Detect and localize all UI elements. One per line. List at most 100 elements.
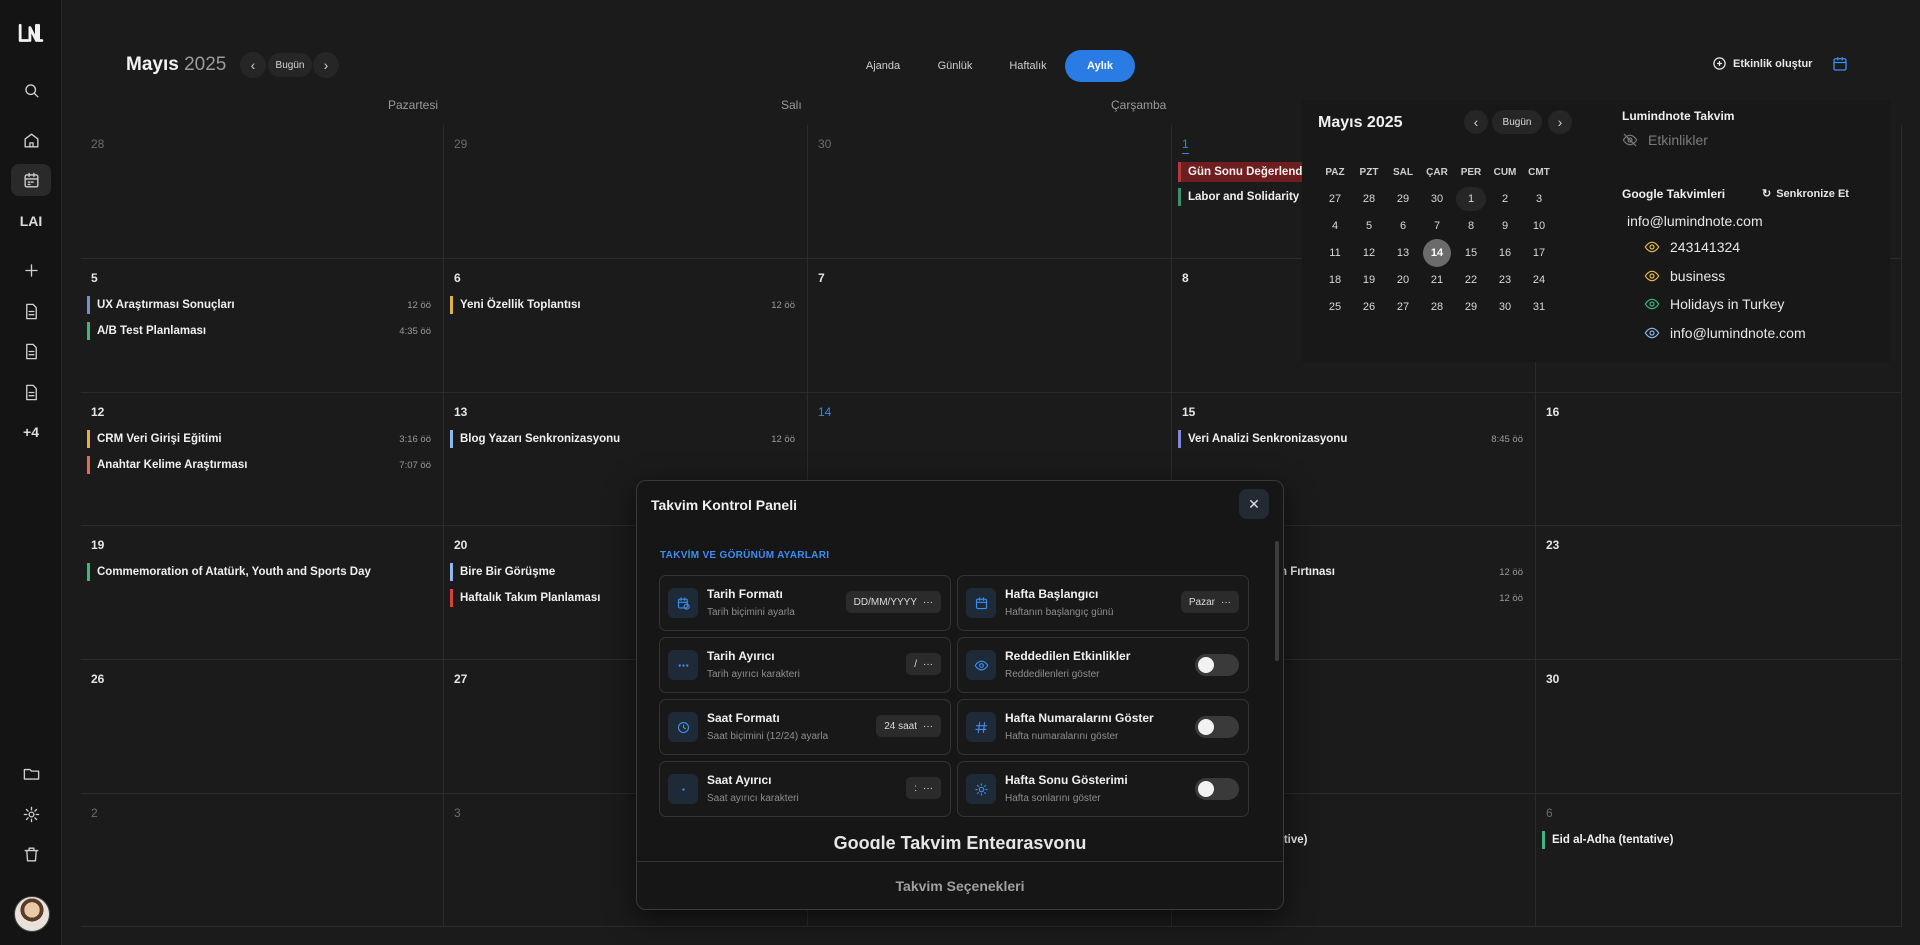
app-logo[interactable] xyxy=(11,18,51,50)
mini-day[interactable]: 2 xyxy=(1490,187,1520,211)
setting-toggle[interactable] xyxy=(1195,716,1239,738)
mini-day[interactable]: 12 xyxy=(1354,241,1384,265)
mini-day[interactable]: 6 xyxy=(1388,214,1418,238)
page-button-3[interactable] xyxy=(11,376,51,408)
day-cell[interactable]: 2 xyxy=(81,794,444,927)
mini-day[interactable]: 5 xyxy=(1354,214,1384,238)
day-cell[interactable]: 6 Eid al-Adha (tentative) xyxy=(1536,794,1902,927)
day-cell[interactable]: 29 xyxy=(444,125,808,259)
calendar-list-item[interactable]: 243141324 xyxy=(1644,239,1740,255)
mini-day[interactable]: 14 xyxy=(1423,239,1451,267)
modal-scrollbar[interactable] xyxy=(1275,541,1279,661)
tab-weekly[interactable]: Haftalık xyxy=(998,50,1058,82)
event-item[interactable]: Blog Yazarı Senkronizasyonu 12 öö xyxy=(450,430,795,448)
setting-value-button[interactable]: / ··· xyxy=(906,653,941,675)
calendar-panel-button[interactable] xyxy=(1831,55,1849,78)
calendar-list-item[interactable]: info@lumindnote.com xyxy=(1644,325,1806,341)
create-event-button[interactable]: Etkinlik oluştur xyxy=(1712,56,1812,71)
event-item[interactable]: Veri Analizi Senkronizasyonu 8:45 öö xyxy=(1178,430,1523,448)
mini-day[interactable]: 3 xyxy=(1524,187,1554,211)
mini-day[interactable]: 24 xyxy=(1524,268,1554,292)
mini-day[interactable]: 9 xyxy=(1490,214,1520,238)
calendar-list-item[interactable]: business xyxy=(1644,268,1725,284)
mini-day[interactable]: 27 xyxy=(1388,295,1418,319)
mini-prev-button[interactable]: ‹ xyxy=(1464,110,1488,134)
mini-day[interactable]: 16 xyxy=(1490,241,1520,265)
mini-day[interactable]: 11 xyxy=(1320,241,1350,265)
ai-button[interactable]: LAI xyxy=(11,205,51,237)
day-cell[interactable]: 26 xyxy=(81,660,444,794)
day-cell[interactable]: 5 UX Araştırması Sonuçları 12 öö A/B Test P… xyxy=(81,259,444,393)
event-item[interactable]: UX Araştırması Sonuçları 12 öö xyxy=(87,296,431,314)
mini-day[interactable]: 30 xyxy=(1490,295,1520,319)
folder-button[interactable] xyxy=(11,757,51,789)
event-item[interactable]: Anahtar Kelime Araştırması 7:07 öö xyxy=(87,456,431,474)
mini-day[interactable]: 26 xyxy=(1354,295,1384,319)
mini-day[interactable]: 29 xyxy=(1388,187,1418,211)
setting-value-button[interactable]: DD/MM/YYYY ··· xyxy=(845,591,941,613)
setting-toggle[interactable] xyxy=(1195,654,1239,676)
mini-day[interactable]: 30 xyxy=(1422,187,1452,211)
day-cell[interactable]: 7 xyxy=(808,259,1172,393)
tab-daily[interactable]: Günlük xyxy=(926,50,984,82)
tab-agenda[interactable]: Ajanda xyxy=(854,50,912,82)
mini-day[interactable]: 19 xyxy=(1354,268,1384,292)
tab-monthly[interactable]: Aylık xyxy=(1065,50,1135,82)
today-button[interactable]: Bugün xyxy=(268,53,312,77)
calendar-nav-button[interactable] xyxy=(11,164,51,196)
mini-day[interactable]: 22 xyxy=(1456,268,1486,292)
mini-day[interactable]: 28 xyxy=(1422,295,1452,319)
event-item[interactable]: CRM Veri Girişi Eğitimi 3:16 öö xyxy=(87,430,431,448)
calendar-list-item[interactable]: Holidays in Turkey xyxy=(1644,296,1784,312)
page-button-1[interactable] xyxy=(11,295,51,327)
event-item[interactable]: A/B Test Planlaması 4:35 öö xyxy=(87,322,431,340)
settings-button[interactable] xyxy=(11,798,51,830)
search-button[interactable] xyxy=(11,74,51,106)
next-month-button[interactable]: › xyxy=(313,52,339,78)
setting-toggle[interactable] xyxy=(1195,778,1239,800)
mini-day[interactable]: 29 xyxy=(1456,295,1486,319)
mini-day[interactable]: 8 xyxy=(1456,214,1486,238)
day-cell[interactable]: 12 CRM Veri Girişi Eğitimi 3:16 öö Anahtar … xyxy=(81,393,444,526)
mini-day[interactable]: 17 xyxy=(1524,241,1554,265)
close-button[interactable]: ✕ xyxy=(1239,489,1269,519)
mini-day[interactable]: 4 xyxy=(1320,214,1350,238)
trash-button[interactable] xyxy=(11,838,51,870)
day-cell[interactable]: 28 xyxy=(81,125,444,259)
setting-value-button[interactable]: : ··· xyxy=(906,777,941,799)
add-button[interactable] xyxy=(11,254,51,286)
day-cell[interactable]: 16 xyxy=(1536,393,1902,526)
mini-day[interactable]: 18 xyxy=(1320,268,1350,292)
event-item[interactable]: Commemoration of Atatürk, Youth and Spor… xyxy=(87,563,431,581)
prev-month-button[interactable]: ‹ xyxy=(240,52,266,78)
mini-day[interactable]: 7 xyxy=(1422,214,1452,238)
day-cell[interactable]: 23 xyxy=(1536,526,1902,660)
mini-next-button[interactable]: › xyxy=(1548,110,1572,134)
day-cell[interactable]: 30 xyxy=(808,125,1172,259)
more-pages-button[interactable]: +4 xyxy=(11,416,51,448)
mini-day[interactable]: 15 xyxy=(1456,241,1486,265)
day-cell[interactable]: 30 xyxy=(1536,660,1902,794)
mini-day[interactable]: 1 xyxy=(1456,187,1486,211)
mini-day[interactable]: 28 xyxy=(1354,187,1384,211)
setting-value-button[interactable]: Pazar ··· xyxy=(1180,591,1239,613)
day-cell[interactable]: 19 Commemoration of Atatürk, Youth and Sp… xyxy=(81,526,444,660)
mini-day[interactable]: 23 xyxy=(1490,268,1520,292)
mini-day[interactable]: 31 xyxy=(1524,295,1554,319)
mini-day[interactable]: 25 xyxy=(1320,295,1350,319)
avatar[interactable] xyxy=(14,896,50,932)
page-button-2[interactable] xyxy=(11,335,51,367)
mini-today-button[interactable]: Bugün xyxy=(1492,110,1542,134)
mini-day[interactable]: 10 xyxy=(1524,214,1554,238)
setting-value-button[interactable]: 24 saat ··· xyxy=(876,715,941,737)
event-item[interactable]: Yeni Özellik Toplantısı 12 öö xyxy=(450,296,795,314)
day-cell[interactable]: 6 Yeni Özellik Toplantısı 12 öö xyxy=(444,259,808,393)
mini-day[interactable]: 20 xyxy=(1388,268,1418,292)
calendar-options-button[interactable]: Takvim Seçenekleri xyxy=(637,861,1283,909)
mini-day[interactable]: 13 xyxy=(1388,241,1418,265)
mini-day[interactable]: 27 xyxy=(1320,187,1350,211)
event-item[interactable]: Eid al-Adha (tentative) xyxy=(1542,831,1889,849)
sync-button[interactable]: ↻ Senkronize Et xyxy=(1762,187,1849,201)
home-button[interactable] xyxy=(11,124,51,156)
mini-day[interactable]: 21 xyxy=(1422,268,1452,292)
